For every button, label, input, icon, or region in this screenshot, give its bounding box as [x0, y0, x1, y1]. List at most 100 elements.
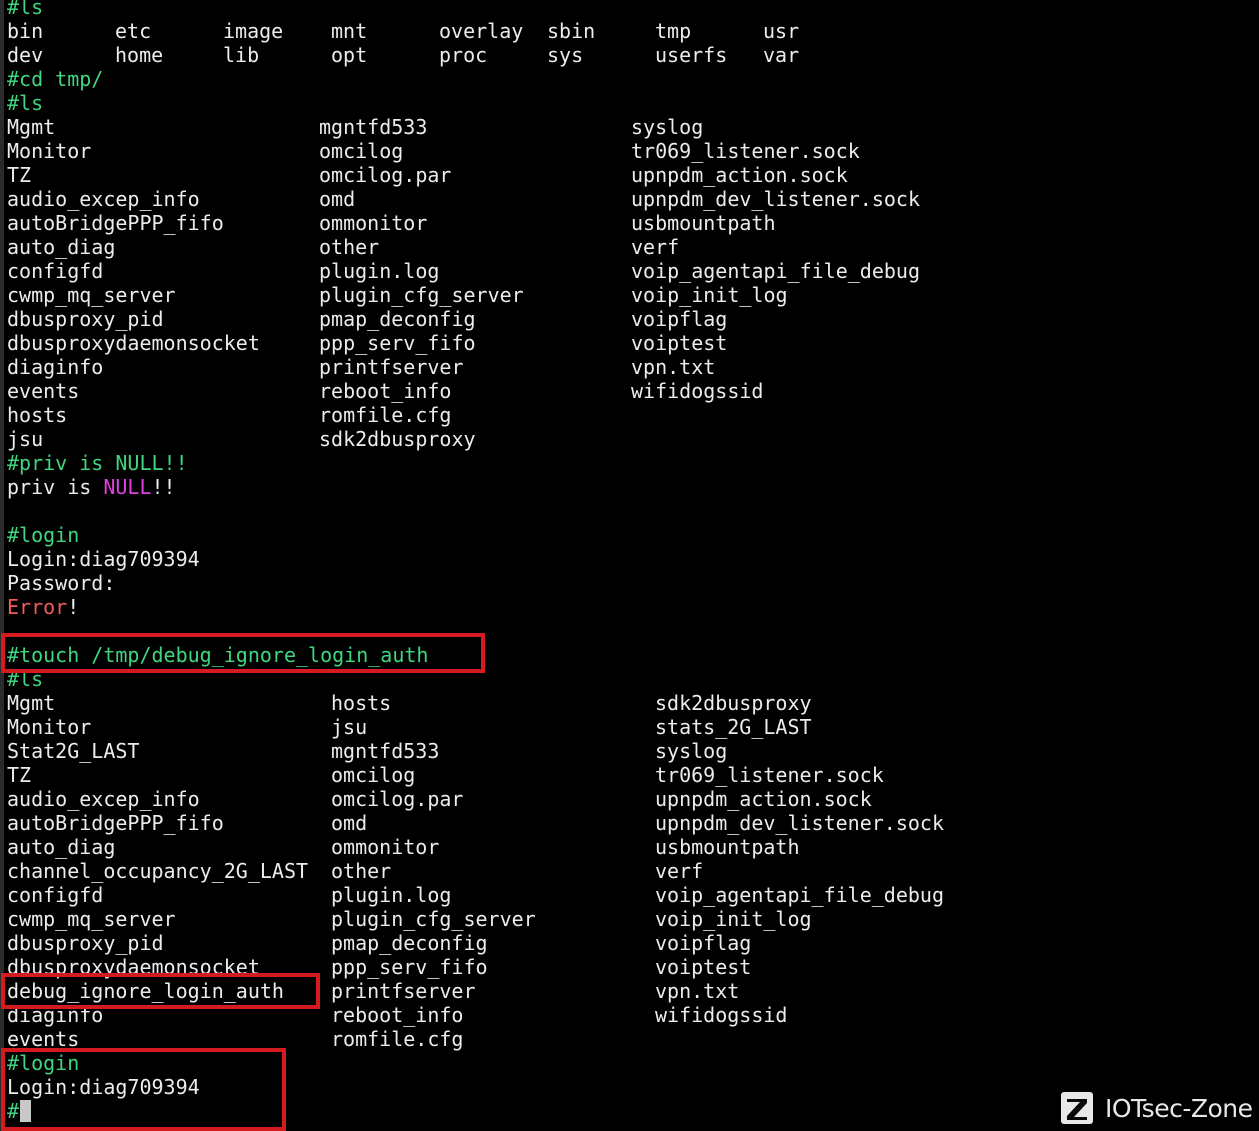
listing-entry: Monitor [7, 715, 92, 739]
listing-entry: Mgmt [7, 115, 56, 139]
listing-entry: jsu [331, 715, 368, 739]
listing-entry: pmap_deconfig [331, 931, 488, 955]
listing-entry: ppp_serv_fifo [331, 955, 488, 979]
listing-entry: upnpdm_action.sock [631, 163, 848, 187]
listing-entry: TZ [7, 763, 32, 787]
listing-entry: voip_agentapi_file_debug [631, 259, 920, 283]
listing-entry: jsu [7, 427, 44, 451]
listing-entry: voip_agentapi_file_debug [655, 883, 944, 907]
error-suffix: ! [67, 595, 80, 619]
listing-entry: verf [631, 235, 680, 259]
listing-entry: upnpdm_dev_listener.sock [655, 811, 944, 835]
listing-entry: voipflag [631, 307, 728, 331]
listing-entry: userfs [655, 43, 728, 67]
listing-entry: home [115, 43, 164, 67]
login-error: Error! [7, 595, 79, 619]
listing-entry: omcilog.par [319, 163, 452, 187]
listing-entry: mgntfd533 [319, 115, 428, 139]
listing-entry: hosts [331, 691, 392, 715]
priv-output-text: priv is [7, 475, 104, 499]
listing-entry: syslog [655, 739, 728, 763]
listing-entry: vpn.txt [655, 979, 740, 1003]
listing-entry: TZ [7, 163, 32, 187]
highlight-box-touch-command [1, 633, 485, 673]
listing-entry: omd [319, 187, 356, 211]
listing-entry: opt [331, 43, 368, 67]
listing-entry: usr [763, 19, 800, 43]
listing-entry: Stat2G_LAST [7, 739, 140, 763]
watermark: IOTsec-Zone [1061, 1092, 1253, 1124]
listing-entry: stats_2G_LAST [655, 715, 812, 739]
listing-entry: tr069_listener.sock [655, 763, 884, 787]
listing-entry: wifidogssid [655, 1003, 788, 1027]
listing-entry: reboot_info [331, 1003, 464, 1027]
listing-entry: omcilog.par [331, 787, 464, 811]
listing-entry: wifidogssid [631, 379, 764, 403]
listing-entry: vpn.txt [631, 355, 716, 379]
command-ls-root: #ls [7, 0, 44, 19]
listing-entry: ppp_serv_fifo [319, 331, 476, 355]
listing-entry: overlay [439, 19, 524, 43]
listing-entry: cwmp_mq_server [7, 907, 176, 931]
z-logo-icon [1061, 1092, 1093, 1124]
listing-entry: mgntfd533 [331, 739, 440, 763]
watermark-text: IOTsec-Zone [1105, 1093, 1253, 1123]
listing-entry: sdk2dbusproxy [319, 427, 476, 451]
listing-entry: printfserver [331, 979, 476, 1003]
command-priv: #priv is NULL!! [7, 451, 188, 475]
listing-entry: dbusproxy_pid [7, 931, 164, 955]
listing-entry: events [7, 379, 80, 403]
listing-entry: audio_excep_info [7, 787, 200, 811]
listing-entry: romfile.cfg [331, 1027, 464, 1051]
listing-entry: omcilog [331, 763, 416, 787]
listing-entry: other [319, 235, 380, 259]
listing-entry: auto_diag [7, 835, 116, 859]
listing-entry: romfile.cfg [319, 403, 452, 427]
listing-entry: autoBridgePPP_fifo [7, 811, 224, 835]
priv-output: priv is NULL!! [7, 475, 176, 499]
listing-entry: audio_excep_info [7, 187, 200, 211]
listing-entry: voipflag [655, 931, 752, 955]
listing-entry: voip_init_log [655, 907, 812, 931]
listing-entry: omcilog [319, 139, 404, 163]
listing-entry: auto_diag [7, 235, 116, 259]
listing-entry: usbmountpath [631, 211, 776, 235]
listing-entry: tmp [655, 19, 692, 43]
command-ls-tmp: #ls [7, 91, 44, 115]
listing-entry: dev [7, 43, 44, 67]
listing-entry: configfd [7, 883, 104, 907]
listing-entry: mnt [331, 19, 368, 43]
listing-entry: etc [115, 19, 152, 43]
listing-entry: bin [7, 19, 44, 43]
listing-entry: plugin.log [319, 259, 440, 283]
listing-entry: lib [223, 43, 260, 67]
listing-entry: hosts [7, 403, 68, 427]
command-cd-tmp: #cd tmp/ [7, 67, 104, 91]
listing-entry: cwmp_mq_server [7, 283, 176, 307]
listing-entry: dbusproxydaemonsocket [7, 331, 260, 355]
listing-entry: usbmountpath [655, 835, 800, 859]
listing-entry: upnpdm_dev_listener.sock [631, 187, 920, 211]
highlight-box-debug-file [1, 973, 320, 1009]
listing-entry: plugin.log [331, 883, 452, 907]
terminal-window[interactable]: #ls bin etc image mnt overlay sbin tmp usr dev ho… [0, 0, 1259, 1131]
listing-entry: omd [331, 811, 368, 835]
listing-entry: printfserver [319, 355, 464, 379]
listing-entry: tr069_listener.sock [631, 139, 860, 163]
listing-entry: sys [547, 43, 584, 67]
listing-entry: plugin_cfg_server [331, 907, 536, 931]
listing-entry: proc [439, 43, 488, 67]
listing-entry: pmap_deconfig [319, 307, 476, 331]
listing-entry: Monitor [7, 139, 92, 163]
listing-entry: syslog [631, 115, 704, 139]
listing-entry: ommonitor [319, 211, 428, 235]
login-prompt-first: Login:diag709394 [7, 547, 200, 571]
listing-entry: sdk2dbusproxy [655, 691, 812, 715]
listing-entry: Mgmt [7, 691, 56, 715]
listing-entry: dbusproxy_pid [7, 307, 164, 331]
password-prompt: Password: [7, 571, 116, 595]
highlight-box-login-success [1, 1048, 286, 1131]
listing-entry: voiptest [655, 955, 752, 979]
listing-entry: other [331, 859, 392, 883]
priv-output-suffix: !! [151, 475, 176, 499]
